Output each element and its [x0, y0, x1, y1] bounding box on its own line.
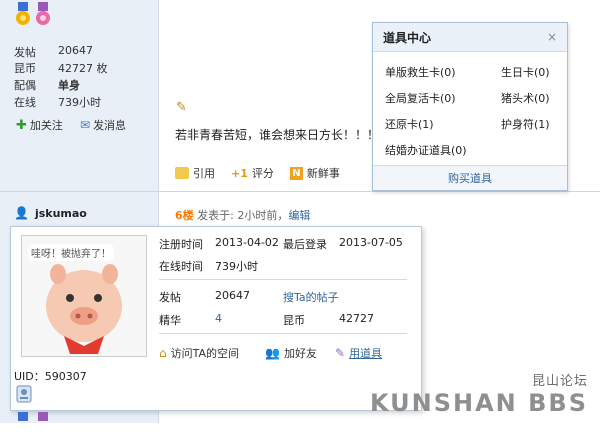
watermark-cn: 昆山论坛 [531, 374, 588, 389]
props-title: 道具中心 [383, 30, 432, 45]
post-actions: 引用 +1 评分 N 新鲜事 [175, 164, 340, 182]
visit-space-label: 访问TA的空间 [170, 347, 240, 360]
rate-label: 评分 [251, 167, 274, 180]
use-prop-label: 用道具 [349, 347, 383, 360]
wand-icon: ✎ [335, 346, 346, 360]
prop-item[interactable]: 全局复活卡(0) [385, 90, 456, 106]
divider [159, 279, 407, 280]
add-friend-label: 加好友 [283, 347, 317, 360]
visit-space-button[interactable]: ⌂ 访问TA的空间 [159, 345, 239, 361]
edit-link[interactable]: 编辑 [288, 209, 310, 222]
send-message-label: 发消息 [93, 119, 127, 132]
stat-posts: 发帖 20647 [14, 44, 154, 60]
quote-icon [175, 167, 189, 179]
post-meta: 6楼 发表于: 2小时前，编辑 [175, 207, 310, 223]
coin-label: 昆币 [283, 314, 305, 327]
medal-icon [36, 2, 50, 25]
stat-label: 配偶 [14, 79, 36, 92]
online-value: 739小时 [215, 260, 258, 273]
posts-label: 发帖 [159, 291, 181, 304]
news-button[interactable]: N 新鲜事 [289, 164, 340, 182]
use-prop-button[interactable]: ✎ 用道具 [335, 345, 382, 361]
prop-item[interactable]: 猪头术(0) [501, 90, 550, 106]
rate-button[interactable]: +1 评分 [231, 164, 274, 182]
stat-online: 在线 739小时 [14, 94, 154, 110]
elite-value[interactable]: 4 [215, 312, 222, 325]
prop-item[interactable]: 护身符(1) [501, 116, 550, 132]
avatar-caption: 哇呀！被抛弃了！ [28, 244, 114, 261]
props-list: 单版救生卡(0) 生日卡(0) 全局复活卡(0) 猪头术(0) 还原卡(1) 护… [373, 52, 567, 162]
last-login-date: 2013-07-05 [339, 236, 403, 249]
stat-coins: 昆币 42727 枚 [14, 60, 154, 76]
add-follow-button[interactable]: ✚ 加关注 [16, 117, 63, 133]
stat-spouse: 配偶 单身 [14, 77, 154, 93]
floor-number: 6楼 [175, 209, 194, 222]
reg-date: 2013-04-02 [215, 236, 279, 249]
posts-value: 20647 [215, 289, 250, 302]
close-icon[interactable]: × [547, 30, 557, 44]
username-label: jskumao [34, 206, 87, 220]
watermark: 昆山论坛 KUNSHAN BBS [370, 370, 588, 417]
medal-icon [16, 2, 30, 25]
envelope-icon: ✉ [80, 118, 91, 132]
prop-item[interactable]: 结婚办证道具(0) [385, 142, 467, 158]
uid-text: UID：590307 [14, 370, 87, 383]
divider [159, 333, 407, 334]
friends-icon: 👥 [265, 346, 280, 360]
prop-item[interactable]: 生日卡(0) [501, 64, 550, 80]
prop-item[interactable]: 单版救生卡(0) [385, 64, 456, 80]
username[interactable]: 👤 jskumao [14, 206, 87, 220]
quote-button[interactable]: 引用 [175, 164, 215, 182]
medal-icon [38, 412, 48, 421]
stat-label: 在线 [14, 96, 36, 109]
buy-props-button[interactable]: 购买道具 [373, 165, 567, 190]
plus-one-icon: +1 [231, 166, 248, 180]
add-friend-button[interactable]: 👥 加好友 [265, 345, 317, 361]
coin-value: 42727 [339, 312, 374, 325]
avatar: 哇呀！被抛弃了！ [21, 235, 147, 357]
post-content: 若非青春苦短，谁会想来日方长！！！（ [175, 128, 392, 142]
posted-time: 发表于: 2小时前， [197, 209, 289, 222]
pencil-icon: ✎ [176, 100, 187, 115]
reg-label: 注册时间 [159, 238, 203, 251]
stat-value: 42727 枚 [58, 62, 108, 75]
add-follow-label: 加关注 [29, 119, 63, 132]
profile-card-icon[interactable] [16, 385, 32, 403]
stat-value: 20647 [58, 44, 93, 57]
watermark-en: KUNSHAN BBS [369, 389, 588, 417]
home-icon: ⌂ [159, 346, 167, 360]
news-icon: N [289, 166, 303, 180]
send-message-button[interactable]: ✉ 发消息 [80, 117, 126, 133]
search-posts-link[interactable]: 搜Ta的帖子 [283, 289, 339, 305]
props-header: 道具中心 × [373, 23, 567, 52]
news-label: 新鲜事 [306, 167, 340, 180]
plus-icon: ✚ [16, 117, 27, 133]
medal-icon [18, 412, 28, 421]
stat-label: 发帖 [14, 46, 36, 59]
last-login-label: 最后登录 [283, 238, 327, 251]
stat-value: 单身 [58, 79, 80, 92]
stat-value: 739小时 [58, 96, 101, 109]
stat-label: 昆币 [14, 62, 36, 75]
user-icon: 👤 [14, 206, 29, 220]
props-center-popup: 道具中心 × 单版救生卡(0) 生日卡(0) 全局复活卡(0) 猪头术(0) 还… [372, 22, 568, 191]
prop-item[interactable]: 还原卡(1) [385, 116, 434, 132]
online-label: 在线时间 [159, 260, 203, 273]
elite-label: 精华 [159, 314, 181, 327]
post-divider [0, 191, 600, 192]
quote-label: 引用 [193, 167, 215, 180]
